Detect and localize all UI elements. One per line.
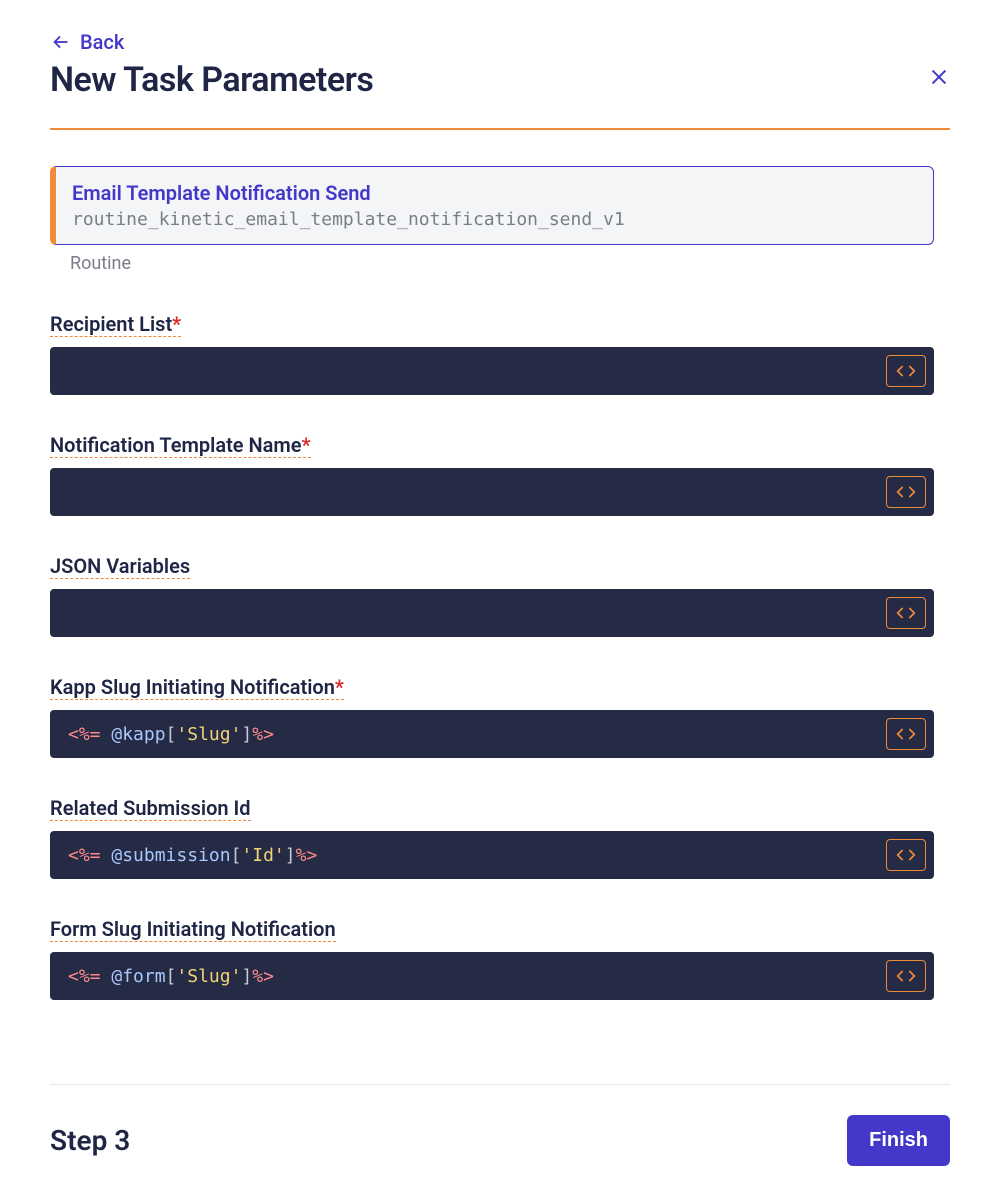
finish-button[interactable]: Finish <box>847 1115 950 1166</box>
code-token: ] <box>285 845 296 866</box>
parameter-field: Kapp Slug Initiating Notification* <%= @k… <box>50 675 934 758</box>
parameter-field: JSON Variables <box>50 554 934 637</box>
code-icon <box>896 484 916 500</box>
code-token: 'Slug' <box>176 724 241 745</box>
code-input[interactable]: <%= @form['Slug']%> <box>50 952 934 1000</box>
code-token: ] <box>241 966 252 987</box>
code-toggle-button[interactable] <box>886 718 926 750</box>
code-token: @submission <box>111 845 230 866</box>
code-token: %> <box>252 724 274 745</box>
code-token: %> <box>296 845 318 866</box>
code-icon <box>896 847 916 863</box>
field-label: Kapp Slug Initiating Notification* <box>50 675 344 700</box>
code-toggle-button[interactable] <box>886 597 926 629</box>
back-link[interactable]: Back <box>50 30 124 54</box>
required-marker: * <box>335 675 344 699</box>
code-icon <box>896 726 916 742</box>
arrow-left-icon <box>50 31 72 53</box>
code-input[interactable] <box>50 589 934 637</box>
code-token: @kapp <box>111 724 165 745</box>
code-icon <box>896 968 916 984</box>
close-icon <box>928 66 950 88</box>
parameter-field: Related Submission Id <%= @submission['Id… <box>50 796 934 879</box>
field-label: Recipient List* <box>50 312 181 337</box>
routine-type-label: Routine <box>70 253 934 274</box>
routine-card[interactable]: Email Template Notification Send routine… <box>50 166 934 245</box>
field-label-text: Notification Template Name <box>50 433 302 457</box>
code-token: @form <box>111 966 165 987</box>
field-label-text: JSON Variables <box>50 554 190 578</box>
field-label: Form Slug Initiating Notification <box>50 917 336 942</box>
code-input[interactable] <box>50 468 934 516</box>
close-button[interactable] <box>928 66 950 92</box>
field-label-text: Related Submission Id <box>50 796 251 820</box>
parameter-field: Form Slug Initiating Notification <%= @fo… <box>50 917 934 1000</box>
back-label: Back <box>80 30 124 54</box>
code-input[interactable] <box>50 347 934 395</box>
parameter-field: Recipient List* <box>50 312 934 395</box>
code-token: [ <box>231 845 242 866</box>
code-token <box>101 845 112 866</box>
code-toggle-button[interactable] <box>886 839 926 871</box>
code-token: 'Slug' <box>176 966 241 987</box>
code-token: <%= <box>68 966 101 987</box>
routine-title: Email Template Notification Send <box>72 181 917 205</box>
code-token: %> <box>252 966 274 987</box>
parameter-field: Notification Template Name* <box>50 433 934 516</box>
code-token: ] <box>241 724 252 745</box>
code-token: 'Id' <box>241 845 284 866</box>
code-token: [ <box>166 966 177 987</box>
code-icon <box>896 363 916 379</box>
code-toggle-button[interactable] <box>886 476 926 508</box>
code-icon <box>896 605 916 621</box>
required-marker: * <box>172 312 181 336</box>
code-token: <%= <box>68 845 101 866</box>
code-input[interactable]: <%= @submission['Id']%> <box>50 831 934 879</box>
required-marker: * <box>302 433 311 457</box>
field-label-text: Form Slug Initiating Notification <box>50 917 336 941</box>
field-label: Related Submission Id <box>50 796 251 821</box>
code-token: <%= <box>68 724 101 745</box>
code-input[interactable]: <%= @kapp['Slug']%> <box>50 710 934 758</box>
field-label-text: Kapp Slug Initiating Notification <box>50 675 335 699</box>
code-token <box>101 724 112 745</box>
code-toggle-button[interactable] <box>886 960 926 992</box>
code-token <box>101 966 112 987</box>
page-title: New Task Parameters <box>50 60 928 100</box>
field-label: Notification Template Name* <box>50 433 311 458</box>
form-scroll-area[interactable]: Email Template Notification Send routine… <box>50 130 950 1084</box>
field-label-text: Recipient List <box>50 312 172 336</box>
routine-slug: routine_kinetic_email_template_notificat… <box>72 209 917 230</box>
code-toggle-button[interactable] <box>886 355 926 387</box>
field-label: JSON Variables <box>50 554 190 579</box>
code-token: [ <box>166 724 177 745</box>
step-label: Step 3 <box>50 1124 130 1157</box>
